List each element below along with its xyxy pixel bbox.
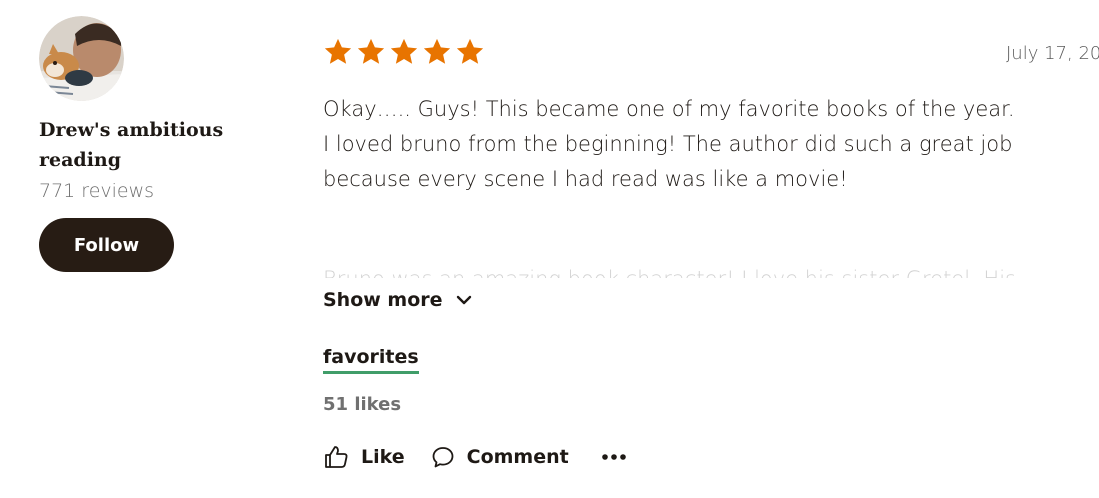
like-button[interactable]: Like [323, 444, 405, 470]
avatar[interactable] [39, 16, 124, 101]
likes-count[interactable]: 51 likes [323, 394, 1099, 415]
comment-bubble-icon [432, 447, 454, 468]
review-text-line: I loved bruno from the beginning! The au… [323, 132, 1013, 156]
reviewer-card: Drew's ambitious reading 771 reviews Fol… [39, 16, 279, 272]
review-actions: Like Comment [323, 444, 1099, 470]
more-options-button[interactable] [601, 452, 627, 462]
review-count[interactable]: 771 reviews [39, 179, 279, 203]
star-icon [456, 38, 484, 64]
star-icon [324, 38, 352, 64]
shelf-tag-favorites[interactable]: favorites [323, 346, 419, 374]
thumbs-up-icon [325, 446, 348, 468]
chevron-down-icon [456, 295, 471, 305]
star-icon [390, 38, 418, 64]
review-text-faded: Bruno was an amazing book character! I l… [323, 262, 1099, 278]
follow-button[interactable]: Follow [39, 218, 174, 272]
more-dots-icon [601, 454, 626, 460]
comment-button[interactable]: Comment [431, 445, 569, 469]
star-icon [357, 38, 385, 64]
review-text: Okay….. Guys! This became one of my favo… [323, 92, 1099, 197]
review-card: July 17, 20 Okay….. Guys! This became on… [323, 36, 1099, 470]
review-text-line: Okay….. Guys! This became one of my favo… [323, 97, 1015, 121]
like-label: Like [361, 446, 405, 468]
show-more-button[interactable]: Show more [323, 289, 493, 311]
review-date[interactable]: July 17, 20 [1006, 43, 1099, 64]
comment-label: Comment [466, 446, 569, 468]
reviewer-name[interactable]: Drew's ambitious reading [39, 115, 239, 175]
review-text-line: because every scene I had read was like … [323, 167, 848, 191]
star-rating [323, 36, 1099, 68]
show-more-label: Show more [323, 289, 443, 311]
star-icon [423, 38, 451, 64]
